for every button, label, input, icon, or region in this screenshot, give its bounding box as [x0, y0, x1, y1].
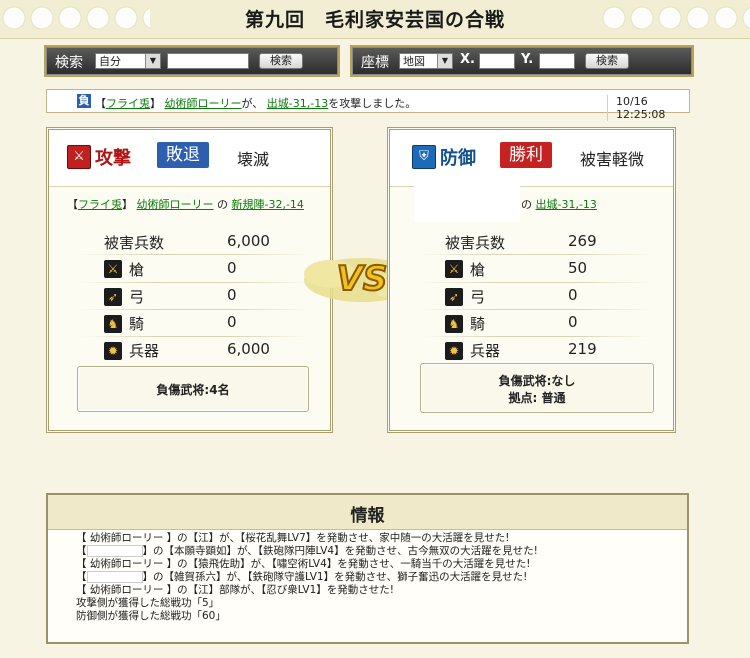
defense-stronghold-text: 拠点: 普通	[508, 391, 566, 405]
defender-name-redacted	[414, 184, 520, 222]
lose-badge: 負	[77, 94, 91, 108]
coordinate-label: 座標	[361, 55, 389, 71]
spear-icon: ⚔	[445, 260, 463, 278]
vs-text: VS	[337, 259, 388, 299]
defense-cavalry-value: 0	[568, 313, 578, 331]
chevron-down-icon: ▼	[145, 54, 160, 68]
defense-bow-value: 0	[568, 286, 578, 304]
defense-injured-text: 負傷武将:なし	[498, 374, 576, 388]
siege-icon: ✹	[104, 342, 122, 360]
coordinate-map-value: 地図	[403, 55, 425, 68]
chevron-down-icon: ▼	[437, 54, 452, 68]
info-line: 防御側が獲得した総戦功「60」	[76, 610, 226, 622]
search-target-select[interactable]: 自分 ▼	[95, 53, 161, 69]
search-bar: 検索 自分 ▼ 検索	[46, 47, 338, 75]
divider	[79, 282, 309, 283]
divider	[420, 254, 652, 255]
divider	[420, 309, 652, 310]
divider	[79, 309, 309, 310]
info-heading: 情報	[350, 506, 385, 526]
defense-spear-value: 50	[568, 259, 588, 277]
defense-siege-label: 兵器	[470, 342, 501, 360]
defense-bow-label: 弓	[470, 288, 486, 306]
attack-siege-label: 兵器	[129, 342, 160, 360]
attack-spear-label: 槍	[129, 261, 145, 279]
attack-damage-label: 被害兵数	[104, 234, 165, 252]
defense-damage-value: 269	[568, 232, 597, 250]
divider	[79, 254, 309, 255]
attack-injured-box: 負傷武将:4名	[77, 366, 309, 412]
attack-bow-label: 弓	[129, 288, 145, 306]
attack-injured-text: 負傷武将:4名	[156, 383, 230, 397]
info-line: 攻撃側が獲得した総戦功「5」	[76, 597, 220, 609]
attack-cavalry-value: 0	[227, 313, 237, 331]
x-coordinate-input[interactable]	[479, 53, 515, 69]
info-box: 情報 【 幼術師ローリー 】の【江】が、【桜花乱舞LV7】を発動させ、家中随一の…	[46, 493, 689, 644]
attack-team-link[interactable]: フライ兎	[78, 198, 122, 211]
x-label: X.	[460, 52, 475, 67]
attack-status: 壊滅	[237, 150, 270, 169]
coordinate-search-button[interactable]: 検索	[585, 53, 629, 69]
y-label: Y.	[521, 52, 534, 67]
info-header: 情報	[48, 495, 687, 530]
page-title: 第九回 毛利家安芸国の合戦	[244, 9, 505, 31]
defense-cavalry-label: 騎	[470, 315, 486, 333]
horse-icon: ♞	[445, 315, 463, 333]
attack-base-link[interactable]: 新規陣-32,-14	[232, 198, 304, 211]
defense-siege-value: 219	[568, 340, 597, 358]
info-line: 【 幼術師ローリー 】の【猿飛佐助】が、【嘯空術LV4】を発動させ、一騎当千の大…	[76, 558, 531, 570]
bow-icon: ➶	[445, 288, 463, 306]
defense-role: 防御	[440, 148, 476, 169]
horse-icon: ♞	[104, 315, 122, 333]
log-team-link[interactable]: フライ兎	[106, 97, 150, 110]
info-line: 【】の【雑賀孫六】が、【鉄砲隊守護LV1】を発動させ、獅子奮迅の大活躍を見せた!	[76, 571, 528, 583]
siege-icon: ✹	[445, 342, 463, 360]
divider	[420, 282, 652, 283]
attack-panel: ⚔ 攻撃 敗退 壊滅 【フライ兎】 幼術師ローリー の 新規陣-32,-14 被…	[46, 127, 333, 433]
coordinate-bar: 座標 地図 ▼ X. Y. 検索	[352, 47, 692, 75]
attack-role: 攻撃	[95, 148, 131, 169]
y-coordinate-input[interactable]	[539, 53, 575, 69]
attack-result-badge: 敗退	[157, 142, 209, 168]
redacted-name	[86, 571, 143, 583]
attack-owner: 【フライ兎】 幼術師ローリー の 新規陣-32,-14	[67, 198, 304, 211]
coordinate-map-select[interactable]: 地図 ▼	[399, 53, 453, 69]
defense-panel: ⛨ 防御 勝利 被害軽微 の 出城-31,-13 被害兵数 269 ⚔ 槍 50…	[387, 127, 676, 433]
attack-bow-value: 0	[227, 286, 237, 304]
defense-status: 被害軽微	[580, 150, 645, 169]
defense-base-link[interactable]: 出城-31,-13	[536, 198, 597, 211]
defense-result-badge: 勝利	[500, 142, 552, 168]
divider	[49, 186, 330, 187]
attack-cavalry-label: 騎	[129, 315, 145, 333]
attack-damage-value: 6,000	[227, 232, 270, 250]
battle-log-line: 負 【フライ兎】 幼術師ローリーが、 出城-31,-13を攻撃しました。 10/…	[46, 89, 690, 121]
info-lines: 【 幼術師ローリー 】の【江】が、【桜花乱舞LV7】を発動させ、家中随一の大活躍…	[76, 532, 681, 623]
attack-actor-link[interactable]: 幼術師ローリー	[137, 198, 214, 211]
search-target-value: 自分	[99, 55, 121, 68]
search-label: 検索	[55, 55, 83, 71]
attack-spear-value: 0	[227, 259, 237, 277]
bow-icon: ➶	[104, 288, 122, 306]
redacted-name	[86, 545, 143, 557]
divider	[420, 336, 652, 337]
spear-icon: ⚔	[104, 260, 122, 278]
crossed-swords-icon: ⚔	[67, 145, 91, 169]
defense-spear-label: 槍	[470, 261, 486, 279]
log-actor-link[interactable]: 幼術師ローリー	[165, 97, 242, 110]
search-button[interactable]: 検索	[259, 53, 303, 69]
search-input[interactable]	[167, 53, 249, 69]
defense-owner: の 出城-31,-13	[521, 198, 597, 211]
info-line: 【 幼術師ローリー 】の【江】が、【桜花乱舞LV7】を発動させ、家中随一の大活躍…	[76, 532, 510, 544]
attack-siege-value: 6,000	[227, 340, 270, 358]
defense-damage-label: 被害兵数	[445, 234, 506, 252]
info-line: 【 幼術師ローリー 】の【江】部隊が、【忍び衆LV1】を発動させた!	[76, 584, 394, 596]
defense-result-box: 負傷武将:なし 拠点: 普通	[420, 363, 654, 413]
log-timestamp: 10/16 12:25:08	[607, 95, 689, 121]
info-line: 【】の【本願寺顕如】が、【鉄砲隊円陣LV4】を発動させ、古今無双の大活躍を見せた…	[76, 545, 538, 557]
log-text: 【フライ兎】 幼術師ローリーが、 出城-31,-13を攻撃しました。	[95, 97, 417, 110]
log-target-link[interactable]: 出城-31,-13	[267, 97, 328, 110]
divider	[79, 336, 309, 337]
helmet-icon: ⛨	[412, 145, 436, 169]
